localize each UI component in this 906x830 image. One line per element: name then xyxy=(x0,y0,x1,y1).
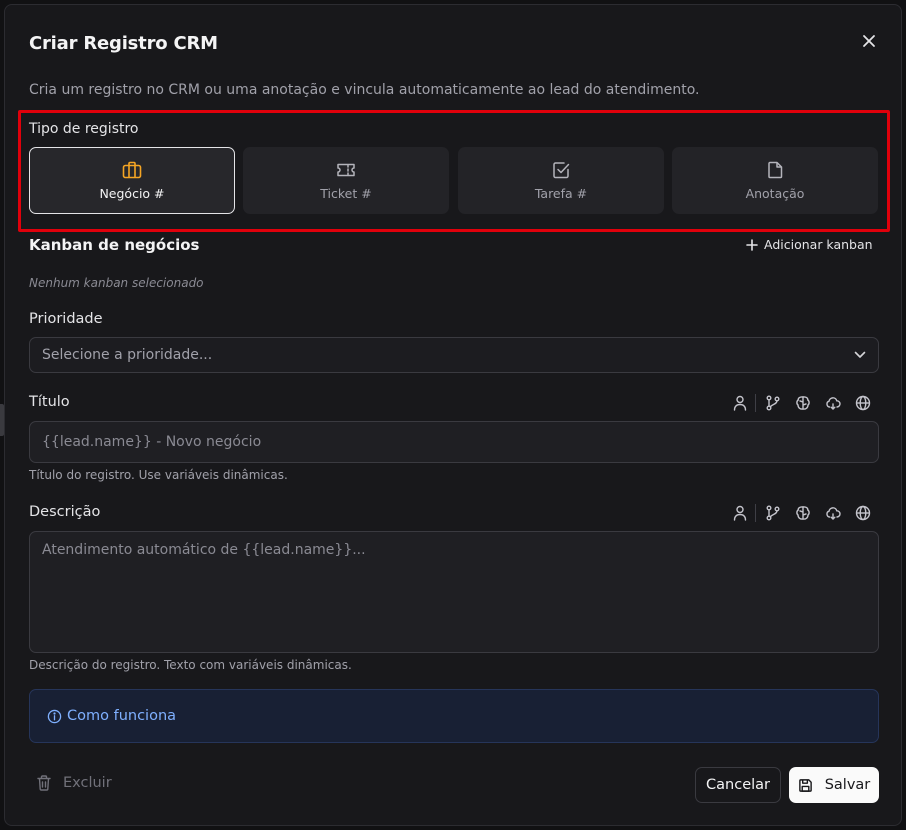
insert-global-variable-button[interactable] xyxy=(848,392,878,414)
record-type-tarefa[interactable]: Tarefa # xyxy=(458,147,664,214)
title-label: Título xyxy=(29,394,70,410)
user-icon xyxy=(733,395,747,411)
ticket-icon xyxy=(336,160,356,180)
record-type-label-ticket: Ticket # xyxy=(320,186,372,201)
plus-icon xyxy=(746,238,758,251)
record-type-label: Tipo de registro xyxy=(29,121,139,137)
priority-placeholder: Selecione a prioridade... xyxy=(42,347,213,363)
record-type-ticket[interactable]: Ticket # xyxy=(243,147,449,214)
save-label: Salvar xyxy=(824,777,871,793)
insert-global-variable-button[interactable] xyxy=(848,502,878,524)
user-icon xyxy=(733,505,747,521)
cloud-icon xyxy=(826,397,841,410)
description-textarea[interactable] xyxy=(29,531,879,653)
title-input[interactable] xyxy=(29,421,879,463)
description-variable-toolbar xyxy=(725,502,878,524)
git-branch-icon xyxy=(766,505,780,521)
record-type-negocio[interactable]: Negócio # xyxy=(29,147,235,214)
git-branch-icon xyxy=(766,395,780,411)
insert-ai-variable-button[interactable] xyxy=(788,502,818,524)
insert-flow-variable-button[interactable] xyxy=(758,392,788,414)
globe-icon xyxy=(855,505,871,521)
cancel-button[interactable]: Cancelar xyxy=(695,767,781,803)
briefcase-icon xyxy=(122,160,142,180)
brain-icon xyxy=(796,506,810,520)
file-icon xyxy=(767,160,783,180)
record-type-label-anotacao: Anotação xyxy=(745,186,805,201)
cloud-icon xyxy=(826,507,841,520)
brain-icon xyxy=(796,396,810,410)
trash-icon xyxy=(37,775,51,791)
kanban-empty-note: Nenhum kanban selecionado xyxy=(29,276,204,290)
record-type-label-negocio: Negócio # xyxy=(99,186,165,201)
delete-label: Excluir xyxy=(63,775,112,791)
chevron-down-icon xyxy=(854,351,866,358)
create-crm-record-dialog: Criar Registro CRM Cria um registro no C… xyxy=(4,4,902,826)
dialog-subtitle: Cria um registro no CRM ou uma anotação … xyxy=(29,82,700,98)
kanban-section-title: Kanban de negócios xyxy=(29,236,200,254)
close-button[interactable] xyxy=(857,29,881,53)
toolbar-divider xyxy=(755,504,756,522)
insert-webhook-variable-button[interactable] xyxy=(818,502,848,524)
description-label: Descrição xyxy=(29,504,101,520)
delete-button[interactable]: Excluir xyxy=(37,775,112,791)
dialog-title: Criar Registro CRM xyxy=(29,33,218,54)
close-icon xyxy=(863,35,875,47)
how-it-works-label: Como funciona xyxy=(67,708,177,724)
globe-icon xyxy=(855,395,871,411)
toolbar-divider xyxy=(755,394,756,412)
title-hint: Título do registro. Use variáveis dinâmi… xyxy=(29,468,288,482)
save-button[interactable]: Salvar xyxy=(789,767,879,803)
description-hint: Descrição do registro. Texto com variáve… xyxy=(29,658,352,672)
insert-flow-variable-button[interactable] xyxy=(758,502,788,524)
insert-webhook-variable-button[interactable] xyxy=(818,392,848,414)
record-type-anotacao[interactable]: Anotação xyxy=(672,147,878,214)
insert-user-variable-button[interactable] xyxy=(725,502,755,524)
insert-ai-variable-button[interactable] xyxy=(788,392,818,414)
save-icon xyxy=(798,778,812,792)
priority-select[interactable]: Selecione a prioridade... xyxy=(29,337,879,373)
add-kanban-label: Adicionar kanban xyxy=(764,237,873,252)
checkbox-icon xyxy=(552,160,570,180)
info-icon xyxy=(47,709,62,723)
priority-label: Prioridade xyxy=(29,311,103,327)
record-type-label-tarefa: Tarefa # xyxy=(534,186,588,201)
title-variable-toolbar xyxy=(725,392,878,414)
how-it-works-toggle[interactable]: Como funciona xyxy=(29,689,879,743)
add-kanban-button[interactable]: Adicionar kanban xyxy=(746,237,873,252)
insert-user-variable-button[interactable] xyxy=(725,392,755,414)
